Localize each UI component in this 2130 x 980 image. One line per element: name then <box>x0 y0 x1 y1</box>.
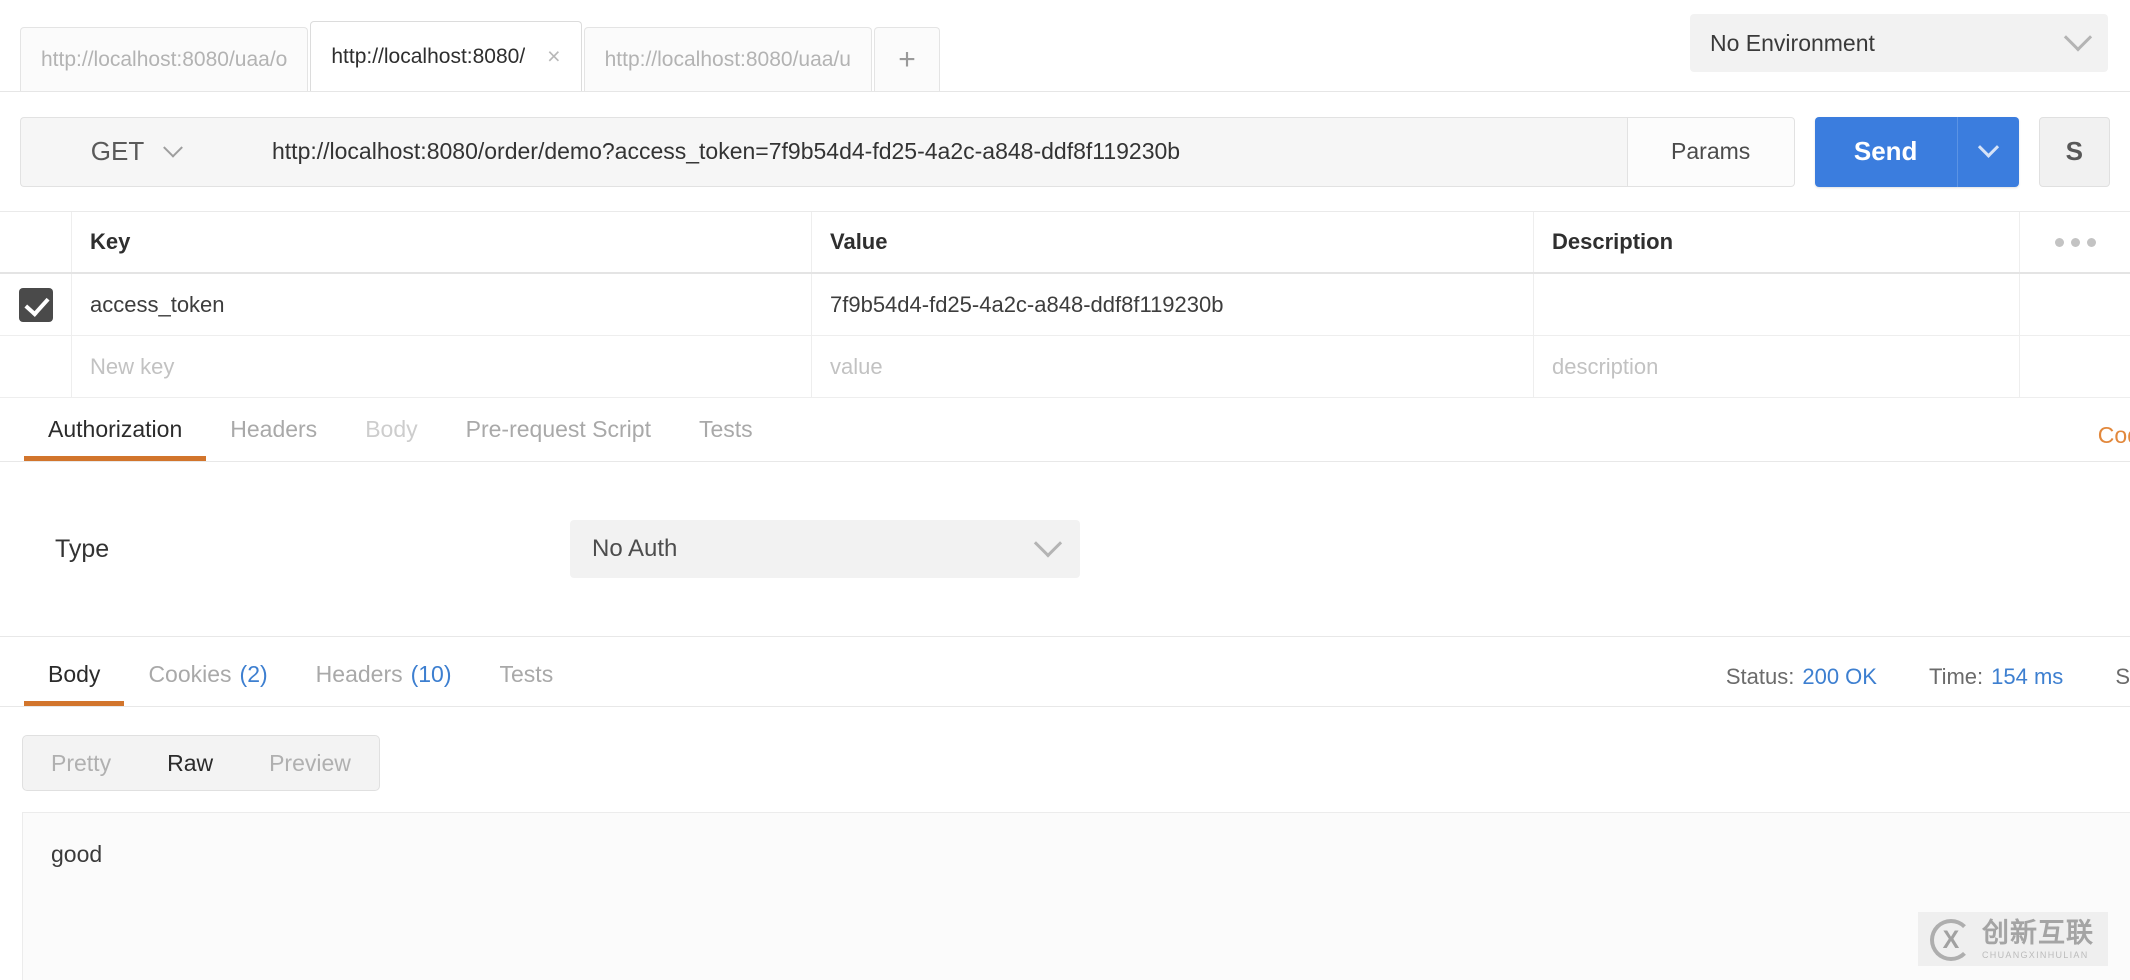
view-mode-preview[interactable]: Preview <box>241 736 379 790</box>
more-options-icon <box>2054 237 2096 247</box>
watermark-text: 创新互联 CHUANGXINHULIAN <box>1982 920 2094 960</box>
response-tab-cookies[interactable]: Cookies (2) <box>124 642 291 706</box>
time-label: Time: <box>1928 664 1984 689</box>
response-body-content[interactable]: good <box>22 812 2130 980</box>
response-section-tabs: Body Cookies (2) Headers (10) Tests Stat… <box>0 637 2130 707</box>
environment-selected-label: No Environment <box>1710 29 1875 56</box>
status-label: Status: <box>1725 664 1795 689</box>
request-tab-bar: http://localhost:8080/uaa/o http://local… <box>0 0 2130 92</box>
new-param-description-input[interactable]: description <box>1534 336 2020 397</box>
tab-body[interactable]: Body <box>341 397 441 461</box>
header-checkbox-cell <box>0 212 72 272</box>
response-meta: Status: 200 OK Time: 154 ms S <box>1726 664 2130 690</box>
header-description: Description <box>1534 212 2020 272</box>
auth-type-label: Type <box>55 534 110 563</box>
tab-pre-request-script[interactable]: Pre-request Script <box>442 397 675 461</box>
request-section-tabs: Authorization Headers Body Pre-request S… <box>0 398 2130 462</box>
header-key: Key <box>72 212 812 272</box>
response-tab-tests[interactable]: Tests <box>476 642 578 706</box>
watermark-pinyin: CHUANGXINHULIAN <box>1982 950 2089 960</box>
view-mode-pretty[interactable]: Pretty <box>23 736 139 790</box>
size-badge: S <box>2115 664 2130 689</box>
request-tab-1[interactable]: http://localhost:8080/uaa/o <box>20 27 309 91</box>
url-input[interactable]: http://localhost:8080/order/demo?access_… <box>250 116 1627 187</box>
request-tab-3[interactable]: http://localhost:8080/uaa/u <box>583 27 872 91</box>
tab-tests[interactable]: Tests <box>675 397 777 461</box>
new-row-checkbox-cell <box>0 336 72 397</box>
authorization-panel: Type No Auth <box>0 462 2130 637</box>
row-enable-cell <box>0 274 72 335</box>
param-value-input[interactable]: 7f9b54d4-fd25-4a2c-a848-ddf8f119230b <box>812 274 1534 335</box>
response-body-view: Pretty Raw Preview good <box>0 707 2130 980</box>
cookies-count: (2) <box>239 660 268 687</box>
response-tab-headers[interactable]: Headers (10) <box>292 642 476 706</box>
request-tab-label: http://localhost:8080/uaa/u <box>604 47 851 71</box>
headers-count: (10) <box>410 660 452 687</box>
send-button-group: Send <box>1814 116 2019 187</box>
watermark-logo-icon: X <box>1930 919 1972 961</box>
params-button[interactable]: Params <box>1626 116 1795 187</box>
response-tab-label: Body <box>48 660 101 687</box>
header-value: Value <box>812 212 1534 272</box>
add-tab-button[interactable]: + <box>873 27 940 91</box>
postman-app: http://localhost:8080/uaa/o http://local… <box>0 0 2130 980</box>
auth-type-select[interactable]: No Auth <box>570 520 1080 578</box>
send-options-button[interactable] <box>1956 116 2019 187</box>
table-row: access_token 7f9b54d4-fd25-4a2c-a848-ddf… <box>0 274 2130 336</box>
response-view-mode-group: Pretty Raw Preview <box>22 735 380 791</box>
chevron-down-icon <box>2063 23 2093 52</box>
new-param-value-input[interactable]: value <box>812 336 1534 397</box>
response-tab-label: Cookies <box>148 660 232 687</box>
chevron-down-icon <box>1033 529 1063 558</box>
new-row-actions-cell <box>2020 336 2130 397</box>
time-value: 154 ms <box>1991 664 2064 689</box>
param-description-input[interactable] <box>1534 274 2020 335</box>
response-tab-label: Headers <box>315 660 403 687</box>
chevron-down-icon <box>1977 136 1999 158</box>
bulk-edit-menu-button[interactable] <box>2020 212 2130 272</box>
query-params-table: Key Value Description access_token 7f9b5… <box>0 212 2130 398</box>
response-tab-body[interactable]: Body <box>24 642 125 706</box>
table-header-row: Key Value Description <box>0 212 2130 274</box>
view-mode-raw[interactable]: Raw <box>139 736 242 790</box>
row-actions-cell <box>2020 274 2130 335</box>
tab-headers[interactable]: Headers <box>206 397 341 461</box>
response-body-text: good <box>51 841 103 867</box>
save-button[interactable]: S <box>2038 116 2110 187</box>
auth-type-value: No Auth <box>592 535 678 562</box>
code-link[interactable]: Cod <box>2098 422 2130 449</box>
new-param-key-input[interactable]: New key <box>72 336 812 397</box>
watermark-chinese: 创新互联 <box>1982 918 2094 948</box>
tab-authorization[interactable]: Authorization <box>24 397 207 461</box>
status-badge: Status: 200 OK <box>1726 664 1877 690</box>
close-icon[interactable]: × <box>547 45 560 68</box>
time-badge: Time: 154 ms <box>1929 664 2063 690</box>
response-tab-label: Tests <box>499 660 554 687</box>
status-value: 200 OK <box>1802 664 1877 689</box>
url-bar: GET http://localhost:8080/order/demo?acc… <box>0 92 2130 212</box>
request-tab-2-active[interactable]: http://localhost:8080/ × <box>310 21 582 91</box>
watermark: X 创新互联 CHUANGXINHULIAN <box>1918 912 2108 966</box>
table-row-new: New key value description <box>0 336 2130 398</box>
request-tab-label: http://localhost:8080/ <box>331 44 526 68</box>
http-method-label: GET <box>90 136 145 166</box>
chevron-down-icon <box>163 137 184 158</box>
environment-selector[interactable]: No Environment <box>1690 14 2108 72</box>
http-method-select[interactable]: GET <box>20 116 250 187</box>
request-tab-label: http://localhost:8080/uaa/o <box>41 47 288 71</box>
send-button[interactable]: Send <box>1814 116 1957 187</box>
param-key-input[interactable]: access_token <box>72 274 812 335</box>
row-enabled-checkbox[interactable] <box>18 287 53 322</box>
